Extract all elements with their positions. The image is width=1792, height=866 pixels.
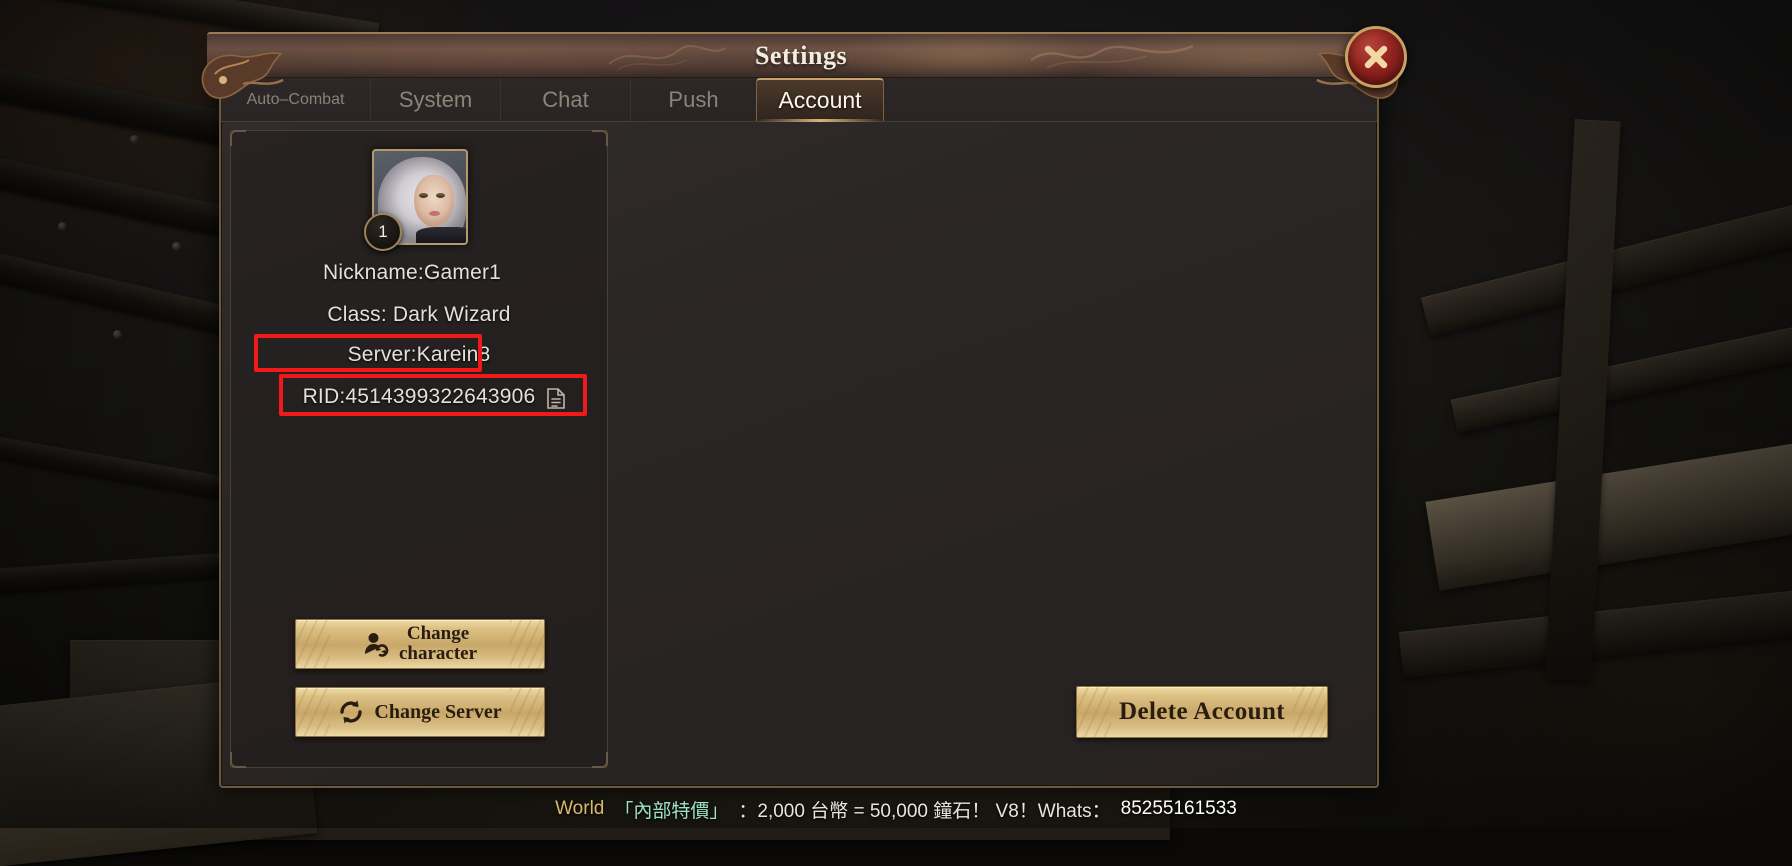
rid-text: RID:4514399322643906 [303,385,536,408]
change-server-button[interactable]: Change Server [295,687,545,737]
avatar-eye [419,193,428,198]
close-button[interactable] [1345,26,1407,88]
chat-tag-label: 「內部特價」 [614,796,728,823]
avatar-lip [429,211,440,216]
level-badge: 1 [364,213,402,251]
character-info-panel: 1 Nickname:Gamer1 Class: Dark Wizard Ser… [230,130,608,768]
tab-account[interactable]: Account [756,78,884,121]
change-server-label: Change Server [374,701,501,724]
rid-label: RID:4514399322643906 [231,385,607,409]
avatar-face [414,175,454,227]
chat-phone-number: 85255161533 [1121,798,1237,820]
background-plank [1425,439,1792,590]
tab-label: Account [778,87,861,114]
beam-stud [58,222,67,231]
user-switch-icon [363,631,389,657]
panel-corner-ornament [230,130,246,146]
page-title: Settings [207,41,1395,71]
change-character-line2: character [399,644,477,664]
chat-message-text: ：2,000 台幣 = 50,000 鐘石！ V8！Whats： [738,796,1110,823]
beam-stud [113,330,122,339]
panel-corner-ornament [230,752,246,768]
delete-account-button[interactable]: Delete Account [1076,686,1328,738]
chat-channel-label: World [555,798,604,820]
avatar-shoulder [416,227,468,243]
panel-corner-ornament [592,130,608,146]
delete-account-label: Delete Account [1119,698,1285,726]
nickname-label: Nickname:Gamer1 [231,261,607,285]
account-content-pane: Delete Account [614,130,1368,768]
refresh-cycle-icon [338,699,364,725]
change-character-line1: Change [399,624,477,644]
world-chat-line[interactable]: World 「內部特價」 ：2,000 台幣 = 50,000 鐘石！ V8！W… [0,790,1792,828]
tab-chat[interactable]: Chat [501,78,631,121]
dialog-body: 1 Nickname:Gamer1 Class: Dark Wizard Ser… [221,122,1377,786]
tab-label: System [399,87,472,113]
tab-system[interactable]: System [371,78,501,121]
tab-label: Push [668,87,718,113]
avatar[interactable]: 1 [372,149,468,245]
dialog-title-bar: Settings [207,32,1395,78]
background-plank [1451,321,1792,433]
settings-dialog: Settings Auto–Combat System Chat [219,58,1379,788]
panel-corner-ornament [592,752,608,768]
close-x-icon [1359,40,1393,74]
class-label: Class: Dark Wizard [231,303,607,327]
server-label: Server:Karein8 [231,343,607,367]
beam-stud [130,135,139,144]
tab-push[interactable]: Push [631,78,756,121]
tab-label: Chat [542,87,588,113]
change-character-button[interactable]: Change character [295,619,545,669]
settings-tab-bar: Auto–Combat System Chat Push Account [221,78,1377,122]
dragon-ornament-icon [197,46,293,108]
avatar-eye [436,193,445,198]
beam-stud [172,242,181,251]
copy-document-icon[interactable] [547,388,565,409]
